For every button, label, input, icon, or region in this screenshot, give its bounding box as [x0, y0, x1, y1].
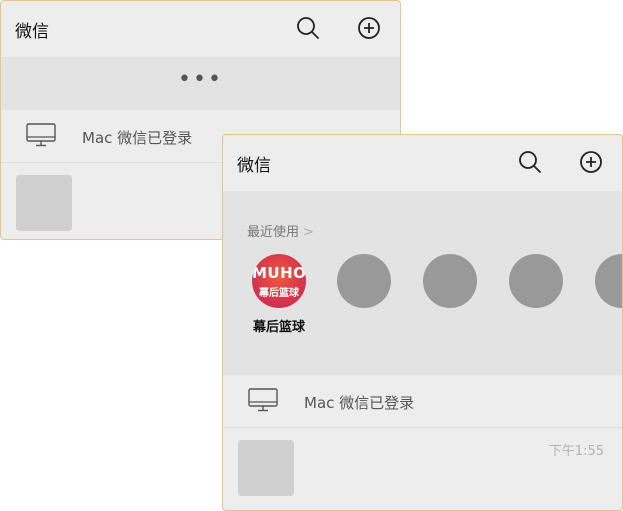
mini-app-name: 幕后篮球 — [252, 320, 305, 335]
more-section[interactable]: ••• — [1, 57, 400, 110]
recent-apps-header[interactable]: 最近使用 > — [247, 221, 314, 240]
device-login-row[interactable]: Mac 微信已登录 — [223, 375, 622, 428]
window-title: 微信 — [15, 22, 49, 42]
mini-app-placeholder[interactable] — [337, 254, 391, 308]
chat-timestamp: 下午1:55 — [548, 444, 604, 459]
monitor-icon — [247, 387, 279, 417]
logo-text-bottom: 幕后篮球 — [259, 288, 299, 299]
recent-apps-label: 最近使用 — [247, 225, 300, 240]
search-icon[interactable] — [295, 15, 321, 41]
logo-text-top: MUHO — [252, 264, 306, 282]
more-icon[interactable]: ••• — [178, 67, 223, 92]
window-title: 微信 — [237, 156, 271, 176]
header: 微信 — [223, 135, 622, 191]
monitor-icon — [25, 122, 57, 152]
mini-app-muho-logo[interactable]: MUHO 幕后篮球 — [252, 254, 306, 308]
avatar — [16, 175, 72, 231]
chat-row[interactable]: 下午1:55 — [223, 428, 622, 506]
search-icon[interactable] — [517, 149, 543, 175]
device-login-label: Mac 微信已登录 — [304, 394, 415, 412]
mini-app-placeholder[interactable] — [423, 254, 477, 308]
plus-circle-icon[interactable] — [356, 15, 382, 41]
avatar — [238, 440, 294, 496]
mini-app-placeholder[interactable] — [509, 254, 563, 308]
header: 微信 — [1, 1, 400, 57]
wechat-window-front: 微信 最近使用 > MUHO 幕后篮球 幕后篮球 Mac 微信已登录 下午1:55 — [222, 134, 623, 511]
device-login-label: Mac 微信已登录 — [82, 129, 193, 147]
chevron-right-icon: > — [303, 225, 314, 240]
plus-circle-icon[interactable] — [578, 149, 604, 175]
